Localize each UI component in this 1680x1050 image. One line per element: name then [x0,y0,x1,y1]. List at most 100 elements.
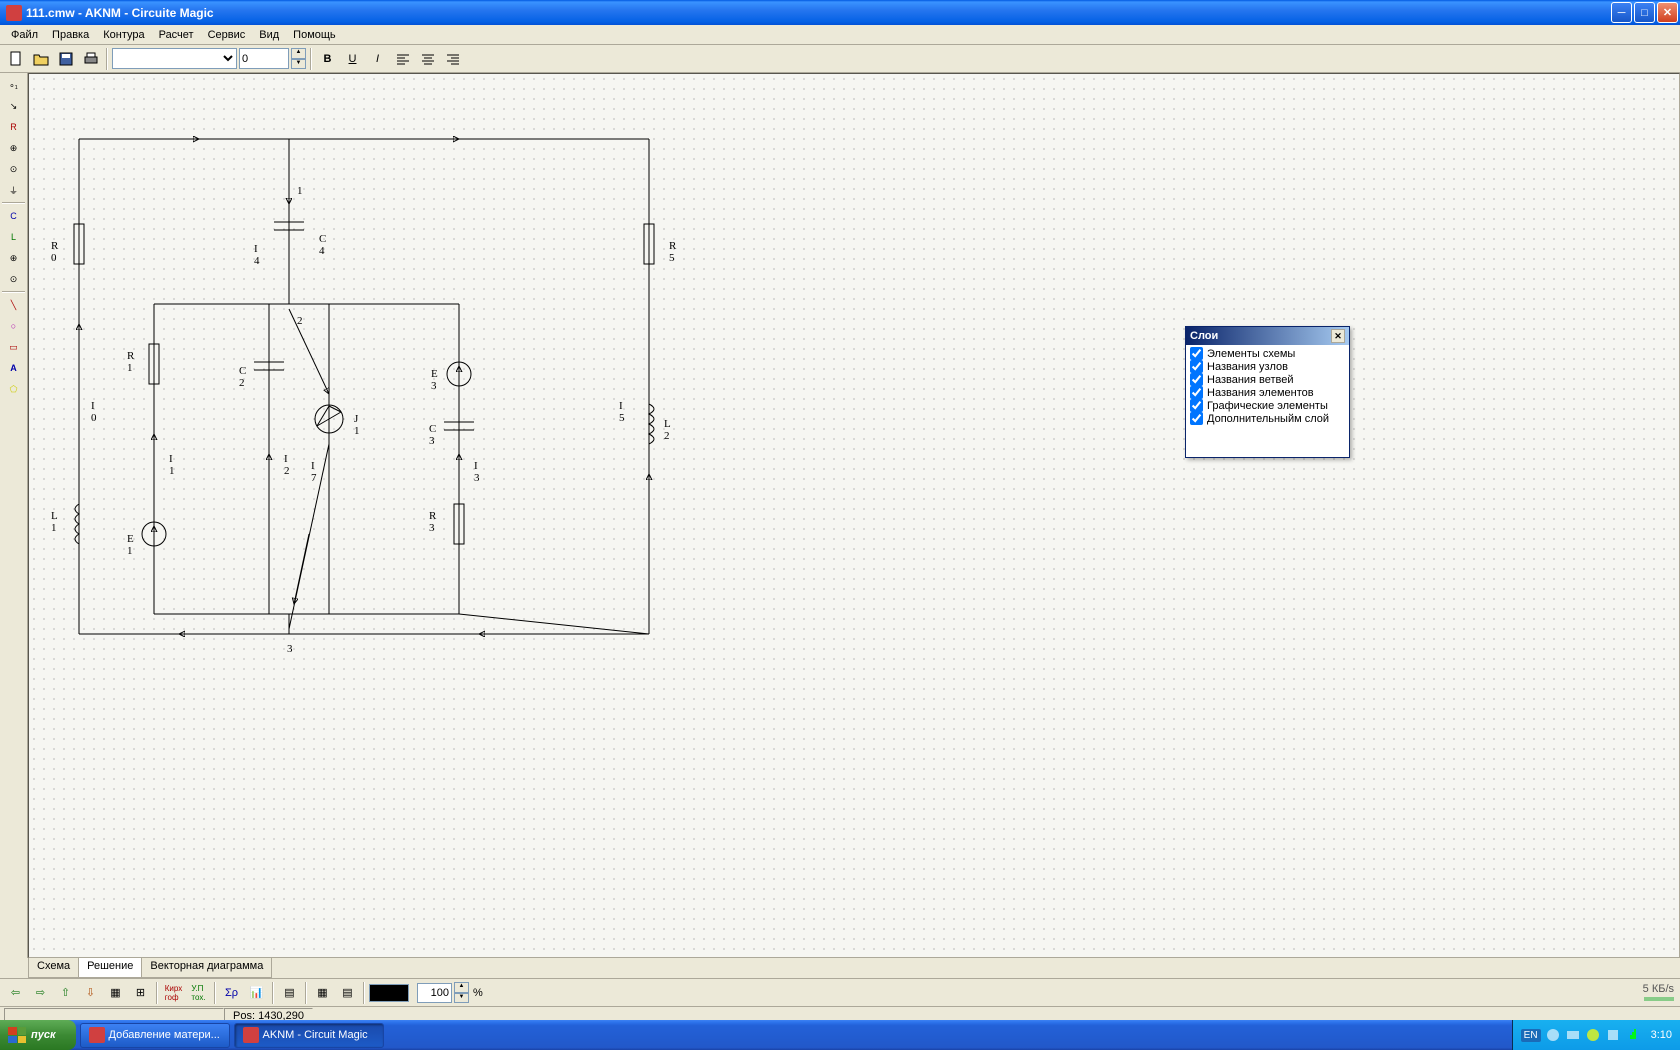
system-tray: EN 3:10 [1512,1020,1680,1050]
tray-icon-2[interactable] [1565,1027,1581,1043]
menu-edit[interactable]: Правка [45,27,96,43]
layer-check-5[interactable] [1190,412,1203,425]
tool-source-j[interactable]: ⊙ [2,159,26,179]
size-up[interactable]: ▲ [291,48,306,59]
layer-check-0[interactable] [1190,347,1203,360]
menu-file[interactable]: Файл [4,27,45,43]
layers-button[interactable]: ▤ [278,982,301,1004]
main-toolbar: ▲▼ B U I [0,45,1680,73]
layers-panel[interactable]: Слои ✕ Элементы схемы Названия узлов Наз… [1185,326,1350,458]
svg-text:J: J [354,413,359,425]
save-button[interactable] [54,48,77,70]
tray-icon-4[interactable] [1605,1027,1621,1043]
tool-resistor[interactable]: R [2,117,26,137]
nav-right-button[interactable]: ⇨ [29,982,52,1004]
tool-text[interactable]: A [2,358,26,378]
menu-help[interactable]: Помощь [286,27,343,43]
layers-panel-title[interactable]: Слои ✕ [1186,327,1349,345]
app-icon [6,5,22,21]
print-button[interactable] [79,48,102,70]
menu-calc[interactable]: Расчет [152,27,201,43]
tool-poly[interactable]: ⬠ [2,379,26,399]
svg-text:3: 3 [429,435,435,447]
align-right-button[interactable] [441,48,464,70]
misc1-button[interactable]: ▦ [311,982,334,1004]
svg-text:I: I [284,453,288,465]
clock[interactable]: 3:10 [1651,1029,1672,1041]
color-swatch[interactable] [369,984,409,1002]
font-size-input[interactable] [239,48,289,69]
svg-text:3: 3 [431,380,437,392]
close-button[interactable]: ✕ [1657,2,1678,23]
open-button[interactable] [29,48,52,70]
network-indicator: 5 КБ/s [1643,979,1674,1005]
zoom-down[interactable]: ▼ [454,993,469,1004]
task-icon [243,1027,259,1043]
layer-check-2[interactable] [1190,373,1203,386]
chart-button[interactable]: 📊 [245,982,268,1004]
layer-check-4[interactable] [1190,399,1203,412]
minimize-button[interactable]: ─ [1611,2,1632,23]
tool-rect[interactable]: ▭ [2,337,26,357]
tool-wire[interactable]: ↘ [2,96,26,116]
svg-text:I: I [619,400,623,412]
kirch-button[interactable]: Кирхгоф [162,982,185,1004]
tool-ground[interactable]: ⏚ [2,180,26,200]
nav-up-button[interactable]: ⇧ [54,982,77,1004]
tab-solution[interactable]: Решение [78,958,142,978]
new-button[interactable] [4,48,27,70]
tool-inductor[interactable]: L [2,227,26,247]
align-left-button[interactable] [391,48,414,70]
tool-capacitor[interactable]: C [2,206,26,226]
svg-text:I: I [91,400,95,412]
tool-source-e[interactable]: ⊕ [2,138,26,158]
menu-service[interactable]: Сервис [201,27,253,43]
svg-text:2: 2 [664,430,670,442]
tab-schema[interactable]: Схема [28,958,79,978]
svg-text:R: R [127,350,135,362]
menu-contours[interactable]: Контура [96,27,151,43]
size-down[interactable]: ▼ [291,59,306,70]
italic-button[interactable]: I [366,48,389,70]
node-pot-button[interactable]: У.Птох. [187,982,210,1004]
tool-source-ac-e[interactable]: ⊕ [2,248,26,268]
canvas-area[interactable]: R0 L1 I0 R5 L2 I5 1 C4 I4 [28,73,1680,958]
bold-button[interactable]: B [316,48,339,70]
nav-down-button[interactable]: ⇩ [79,982,102,1004]
tray-icon-5[interactable] [1625,1027,1641,1043]
zoom-up[interactable]: ▲ [454,982,469,993]
menu-view[interactable]: Вид [252,27,286,43]
sigma-button[interactable]: Σρ [220,982,243,1004]
font-select[interactable] [112,48,237,69]
taskbar-item-1[interactable]: Добавление матери... [80,1023,230,1048]
misc2-button[interactable]: ▤ [336,982,359,1004]
tool-circle[interactable]: ○ [2,316,26,336]
tool-source-ac-j[interactable]: ⊙ [2,269,26,289]
start-button[interactable]: пуск [0,1020,76,1050]
zoom-input[interactable] [417,983,452,1003]
maximize-button[interactable]: □ [1634,2,1655,23]
underline-button[interactable]: U [341,48,364,70]
grid-toggle-button[interactable]: ▦ [104,982,127,1004]
svg-text:0: 0 [51,252,57,264]
tab-vector[interactable]: Векторная диаграмма [141,958,272,978]
menu-bar: Файл Правка Контура Расчет Сервис Вид По… [0,25,1680,45]
document-tabs: Схема Решение Векторная диаграмма [28,958,271,978]
tray-icon-1[interactable] [1545,1027,1561,1043]
nav-left-button[interactable]: ⇦ [4,982,27,1004]
svg-text:I: I [474,460,478,472]
tool-node[interactable]: ∘₁ [2,75,26,95]
tray-icon-3[interactable] [1585,1027,1601,1043]
svg-text:C: C [239,365,246,377]
taskbar-item-2[interactable]: AKNM - Circuit Magic [234,1023,384,1048]
tool-line[interactable]: ╲ [2,295,26,315]
layers-close-button[interactable]: ✕ [1331,329,1345,343]
language-indicator[interactable]: EN [1521,1029,1541,1042]
align-center-button[interactable] [416,48,439,70]
snap-toggle-button[interactable]: ⊞ [129,982,152,1004]
windows-logo-icon [8,1027,26,1043]
circuit-diagram: R0 L1 I0 R5 L2 I5 1 C4 I4 [29,74,729,724]
svg-text:R: R [669,240,677,252]
layer-check-3[interactable] [1190,386,1203,399]
layer-check-1[interactable] [1190,360,1203,373]
